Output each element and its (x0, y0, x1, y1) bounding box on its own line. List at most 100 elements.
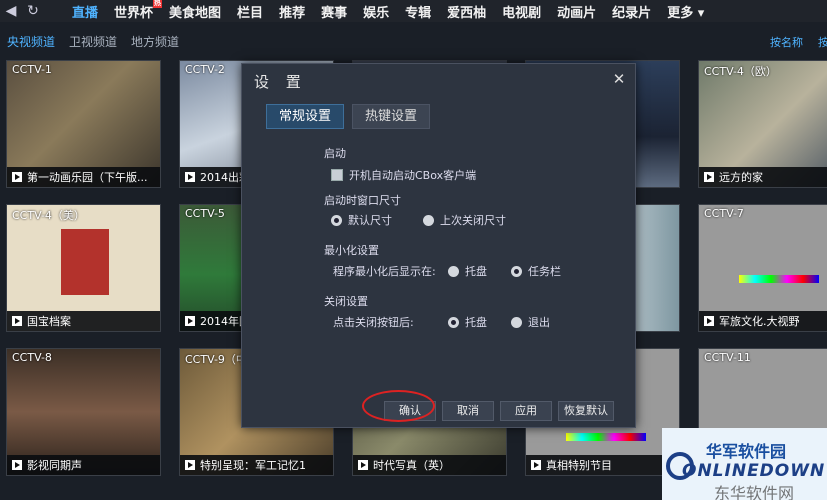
cancel-button[interactable]: 取消 (442, 401, 494, 421)
last-size-option[interactable]: 上次关闭尺寸 (423, 212, 506, 228)
autostart-checkbox[interactable] (331, 169, 343, 181)
nav-item-albums[interactable]: 专辑 (405, 2, 431, 21)
play-icon[interactable] (185, 316, 195, 326)
watermark-en: ONLINEDOWN (682, 461, 826, 481)
program-title: 特别呈现：军工记忆1 (200, 459, 306, 472)
top-nav: ◀ ↻ 直播 世界杯热 美食地图 栏目 推荐 赛事 娱乐 专辑 爱西柚 电视剧 … (0, 0, 827, 22)
minimize-taskbar-option[interactable]: 任务栏 (511, 263, 561, 279)
dialog-title: 设 置 (254, 73, 307, 91)
channel-card[interactable]: CCTV-1 第一动画乐园（下午版... (6, 60, 161, 188)
close-lead: 点击关闭按钮后: (333, 316, 414, 329)
settings-content: 启动 开机自动启动CBox客户端 启动时窗口尺寸 默认尺寸 上次关闭尺寸 最小化… (313, 142, 633, 392)
watermark: 华军软件园 ONLINEDOWN 东华软件网 (662, 428, 827, 500)
minimize-taskbar-label: 任务栏 (528, 265, 561, 278)
default-size-option[interactable]: 默认尺寸 (331, 212, 392, 228)
last-size-radio[interactable] (423, 214, 434, 226)
last-size-label: 上次关闭尺寸 (440, 214, 506, 227)
play-icon[interactable] (12, 460, 22, 470)
sort-by-other[interactable]: 按 (818, 34, 827, 50)
settings-tabs: 常规设置 热键设置 (266, 104, 438, 129)
program-bar: 真相特别节目 (526, 455, 679, 475)
play-icon[interactable] (185, 172, 195, 182)
channel-card[interactable]: CCTV-4（欧） 远方的家 (698, 60, 827, 188)
channel-name: CCTV-7 (704, 207, 744, 220)
minimize-lead: 程序最小化后显示在: (333, 265, 436, 278)
program-title: 影视同期声 (27, 459, 82, 472)
program-title: 时代写真（英） (373, 459, 450, 472)
close-exit-radio[interactable] (511, 316, 522, 328)
nav-item-tv-series[interactable]: 电视剧 (502, 2, 541, 21)
channel-name: CCTV-9（中 (185, 353, 247, 366)
nav-item-food-map[interactable]: 美食地图 (169, 2, 221, 21)
channel-name: CCTV-1 (12, 63, 52, 76)
logo-artwork (61, 229, 109, 295)
tab-satellite[interactable]: 卫视频道 (69, 33, 117, 50)
program-bar: 影视同期声 (7, 455, 160, 475)
channel-name: CCTV-2 (185, 63, 225, 76)
program-title: 远方的家 (719, 171, 763, 184)
channel-card[interactable]: CCTV-4（美） 国宝档案 (6, 204, 161, 332)
program-title: 国宝档案 (27, 315, 71, 328)
program-title: 第一动画乐园（下午版... (27, 171, 148, 184)
channel-card[interactable]: CCTV-7 军旅文化.大视野 (698, 204, 827, 332)
program-title: 军旅文化.大视野 (719, 315, 800, 328)
nav-item-recommend[interactable]: 推荐 (279, 2, 305, 21)
close-tray-radio[interactable] (448, 316, 459, 328)
close-tray-option[interactable]: 托盘 (448, 314, 487, 330)
play-icon[interactable] (12, 316, 22, 326)
minimize-tray-option[interactable]: 托盘 (448, 263, 487, 279)
tab-cctv[interactable]: 央视频道 (7, 33, 55, 50)
default-size-radio[interactable] (331, 214, 342, 226)
tab-general-settings[interactable]: 常规设置 (266, 104, 345, 129)
nav-item-worldcup[interactable]: 世界杯热 (114, 0, 163, 21)
sort-by-name[interactable]: 按名称 (770, 34, 803, 50)
program-bar: 远方的家 (699, 167, 827, 187)
nav-item-aixiyou[interactable]: 爱西柚 (447, 2, 486, 21)
channel-name: CCTV-4（美） (12, 209, 85, 222)
play-icon[interactable] (704, 316, 714, 326)
autostart-option[interactable]: 开机自动启动CBox客户端 (331, 167, 476, 183)
refresh-icon[interactable]: ↻ (22, 0, 44, 22)
tab-hotkey-settings[interactable]: 热键设置 (352, 104, 431, 129)
nav-item-columns[interactable]: 栏目 (237, 2, 263, 21)
color-bars (566, 433, 646, 441)
channel-name: CCTV-5 (185, 207, 225, 220)
play-icon[interactable] (185, 460, 195, 470)
restore-defaults-button[interactable]: 恢复默认 (558, 401, 614, 421)
program-bar: 特别呈现：军工记忆1 (180, 455, 333, 475)
nav-item-animation[interactable]: 动画片 (557, 2, 596, 21)
tab-local[interactable]: 地方频道 (131, 33, 179, 50)
play-icon[interactable] (531, 460, 541, 470)
back-icon[interactable]: ◀ (0, 0, 22, 22)
close-exit-label: 退出 (528, 316, 550, 329)
play-icon[interactable] (704, 172, 714, 182)
section-close: 关闭设置 (324, 295, 368, 308)
nav-item-events[interactable]: 赛事 (321, 2, 347, 21)
play-icon[interactable] (358, 460, 368, 470)
minimize-taskbar-radio[interactable] (511, 265, 522, 277)
channel-name: CCTV-4（欧） (704, 65, 777, 78)
apply-button[interactable]: 应用 (500, 401, 552, 421)
nav-item-live[interactable]: 直播 (72, 2, 98, 21)
minimize-tray-radio[interactable] (448, 265, 459, 277)
autostart-label: 开机自动启动CBox客户端 (349, 169, 477, 182)
nav-item-documentary[interactable]: 纪录片 (612, 2, 651, 21)
program-title: 真相特别节目 (546, 459, 612, 472)
program-bar: 第一动画乐园（下午版... (7, 167, 160, 187)
close-icon[interactable]: ✕ (610, 70, 628, 88)
program-bar: 军旅文化.大视野 (699, 311, 827, 331)
play-icon[interactable] (12, 172, 22, 182)
close-tray-label: 托盘 (465, 316, 487, 329)
color-bars (739, 275, 819, 283)
watermark-cn: 华军软件园 (706, 442, 787, 461)
nav-item-more[interactable]: 更多 ▾ (667, 2, 704, 21)
section-window-size: 启动时窗口尺寸 (324, 194, 401, 207)
channel-name: CCTV-11 (704, 351, 751, 364)
nav-item-worldcup-label: 世界杯 (114, 5, 154, 21)
section-startup: 启动 (324, 147, 346, 160)
settings-dialog: 设 置 ✕ 常规设置 热键设置 启动 开机自动启动CBox客户端 启动时窗口尺寸… (241, 63, 636, 428)
minimize-tray-label: 托盘 (465, 265, 487, 278)
close-exit-option[interactable]: 退出 (511, 314, 550, 330)
channel-card[interactable]: CCTV-8 影视同期声 (6, 348, 161, 476)
nav-item-entertainment[interactable]: 娱乐 (363, 2, 389, 21)
